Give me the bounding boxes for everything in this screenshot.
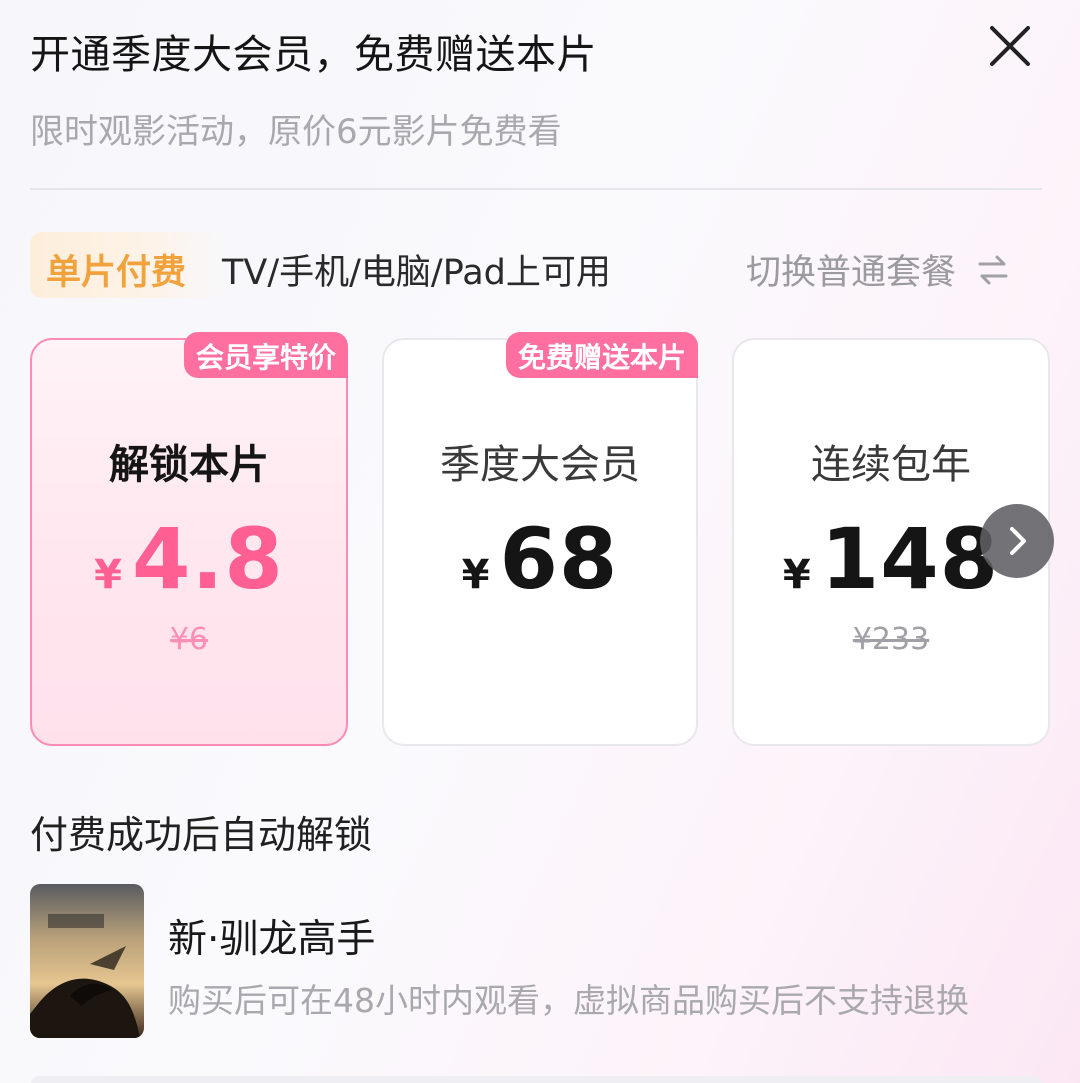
header-title: 开通季度大会员，免费赠送本片 — [30, 32, 597, 78]
original-price: ¥233 — [852, 622, 930, 657]
price-row: ¥ 68 — [384, 510, 696, 608]
unlock-note: 付费成功后自动解锁 — [30, 813, 373, 857]
swap-arrows-icon — [978, 255, 1008, 284]
divider — [30, 188, 1042, 190]
switch-plan-label: 切换普通套餐 — [746, 253, 957, 293]
card-tag: 免费赠送本片 — [505, 332, 698, 378]
card-name: 季度大会员 — [440, 442, 640, 488]
devices-text: TV/手机/电脑/Pad上可用 — [222, 253, 611, 293]
price-value: 4.8 — [132, 510, 284, 608]
single-purchase-badge: 单片付费 — [46, 253, 187, 293]
movie-note: 购买后可在48小时内观看，虚拟商品购买后不支持退换 — [168, 981, 969, 1020]
price-value: 148 — [820, 510, 1000, 608]
plan-card-quarterly-vip[interactable]: 免费赠送本片 季度大会员 ¥ 68 — [382, 332, 698, 746]
switch-plan-button[interactable]: 切换普通套餐 — [746, 244, 1012, 295]
price-value: 68 — [499, 510, 619, 608]
price-row: ¥ 4.8 — [32, 510, 346, 608]
original-price: ¥6 — [169, 622, 209, 657]
close-icon[interactable] — [984, 20, 1036, 72]
price-currency: ¥ — [94, 552, 123, 598]
bottom-panel-edge — [30, 1076, 1042, 1083]
card-name: 连续包年 — [811, 442, 971, 488]
chevron-right-icon — [1010, 527, 1026, 555]
movie-poster — [30, 884, 144, 1038]
next-plans-button[interactable] — [980, 504, 1054, 578]
close-button[interactable] — [984, 20, 1036, 72]
header-subtitle: 限时观影活动，原价6元影片免费看 — [30, 112, 562, 152]
price-currency: ¥ — [782, 552, 811, 598]
card-tag: 会员享特价 — [183, 332, 348, 378]
card-name: 解锁本片 — [109, 442, 269, 488]
plan-card-unlock-movie[interactable]: 会员享特价 解锁本片 ¥ 4.8 ¥6 — [30, 332, 348, 746]
movie-title: 新·驯龙高手 — [168, 917, 376, 962]
price-currency: ¥ — [461, 552, 490, 598]
